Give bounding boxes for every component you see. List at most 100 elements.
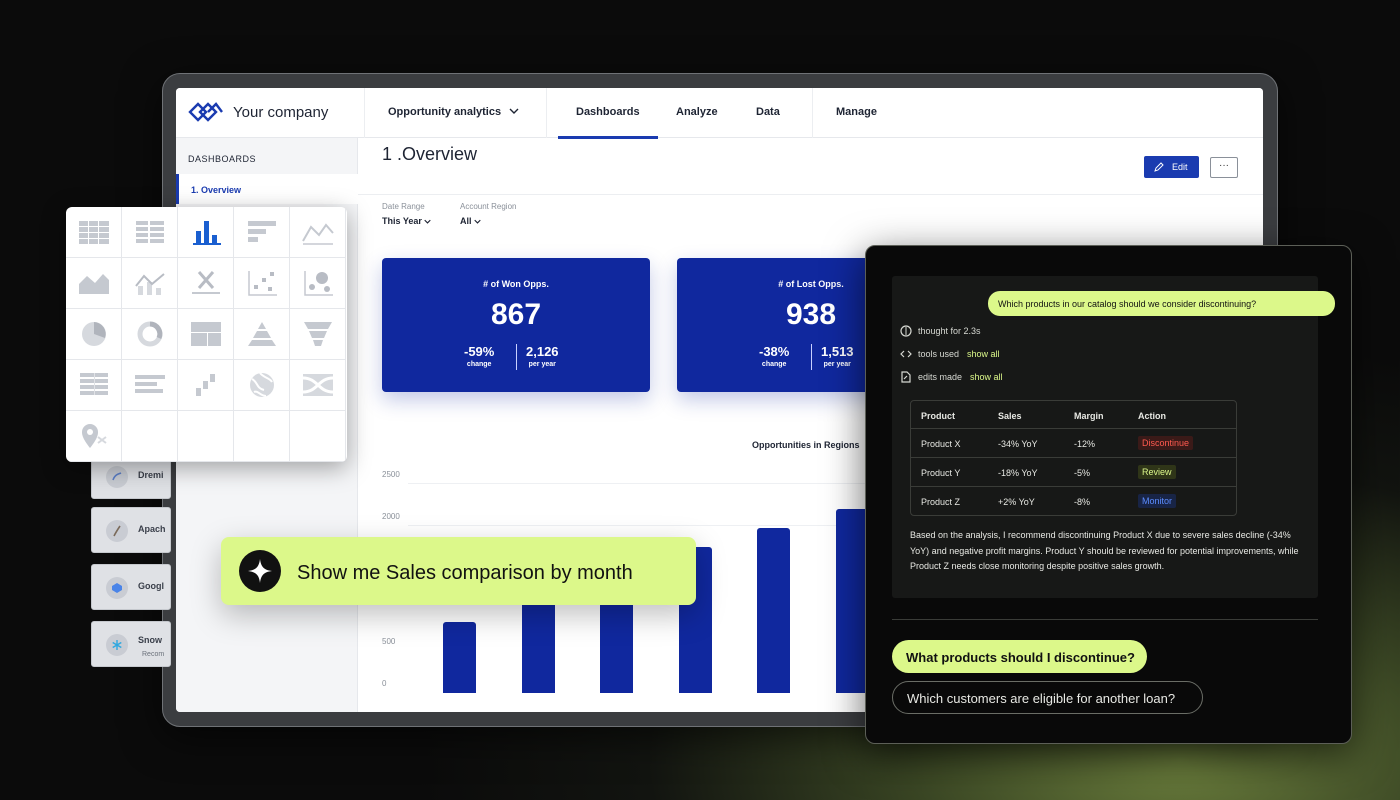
- app-selector[interactable]: Opportunity analytics: [388, 106, 519, 118]
- page-title: 1 .Overview: [382, 144, 478, 164]
- nav-divider: [546, 88, 547, 138]
- app-selector-label: Opportunity analytics: [388, 106, 502, 118]
- product-cell: Product Z: [921, 497, 961, 507]
- data-source-subtitle: Recom: [142, 651, 165, 658]
- filter-date-range[interactable]: Date Range This Year: [382, 202, 432, 226]
- margin-cell: -8%: [1074, 497, 1091, 507]
- pivot-table-icon[interactable]: [122, 207, 178, 258]
- chevron-down-icon: [474, 219, 481, 224]
- company-logo-icon: [188, 102, 223, 122]
- recommendation-table: Product Sales Margin Action Product X -3…: [910, 400, 1237, 516]
- more-options-button[interactable]: ···: [1210, 157, 1238, 178]
- globe-icon[interactable]: [234, 360, 290, 411]
- kpi-divider: [811, 344, 812, 370]
- bar-chart-icon[interactable]: [178, 207, 234, 258]
- column-header: Action: [1138, 411, 1166, 421]
- divider: [358, 194, 1263, 195]
- top-navigation: Your company Opportunity analytics Dashb…: [176, 88, 1263, 139]
- data-source-apache[interactable]: Apach: [91, 507, 171, 553]
- sales-cell: -18% YoY: [998, 468, 1038, 478]
- area-chart-icon[interactable]: [66, 258, 122, 309]
- chart-title: Opportunities in Regions: [752, 440, 860, 450]
- y-tick-label: 500: [382, 637, 396, 646]
- margin-cell: -5%: [1074, 468, 1091, 478]
- action-badge: Monitor: [1138, 494, 1177, 508]
- treemap-icon[interactable]: [178, 309, 234, 360]
- snowflake-icon: [106, 634, 128, 656]
- y-tick-label: 2000: [382, 512, 400, 521]
- sidebar-item-overview[interactable]: 1. Overview: [176, 174, 358, 204]
- prompt-text: Show me Sales comparison by month: [297, 562, 633, 584]
- chevron-down-icon: [424, 219, 432, 224]
- bullet-list-icon[interactable]: [122, 360, 178, 411]
- dremio-icon: [106, 466, 128, 488]
- divider: [892, 619, 1318, 620]
- sidebar-heading: DASHBOARDS: [188, 154, 257, 164]
- filter-value: All: [460, 216, 516, 226]
- chart-type-palette: [66, 207, 347, 462]
- chart-bar[interactable]: [757, 527, 790, 693]
- kpi-change: -59% change: [464, 344, 495, 368]
- suggestion-chip-discontinue[interactable]: What products should I discontinue?: [892, 640, 1147, 673]
- filter-value: This Year: [382, 216, 432, 226]
- chart-bar[interactable]: [521, 589, 555, 693]
- brain-icon: [900, 325, 912, 337]
- sparkle-icon: [239, 550, 281, 592]
- sales-cell: +2% YoY: [998, 497, 1035, 507]
- empty-cell: [178, 411, 234, 462]
- edit-button[interactable]: Edit: [1144, 156, 1199, 178]
- bubble-icon[interactable]: [290, 258, 346, 309]
- empty-cell: [122, 411, 178, 462]
- user-question-bubble: Which products in our catalog should we …: [988, 291, 1335, 316]
- suggestion-chip-loan[interactable]: Which customers are eligible for another…: [892, 681, 1203, 714]
- data-source-google[interactable]: Googl: [91, 564, 171, 610]
- donut-chart-icon[interactable]: [122, 309, 178, 360]
- chart-bar[interactable]: [443, 622, 476, 693]
- table-icon[interactable]: [66, 207, 122, 258]
- tab-analyze[interactable]: Analyze: [676, 106, 718, 118]
- kpi-title: # of Won Opps.: [483, 279, 549, 289]
- empty-cell: [234, 411, 290, 462]
- pencil-icon: [1154, 162, 1164, 172]
- line-chart-icon[interactable]: [290, 207, 346, 258]
- filter-account-region[interactable]: Account Region All: [460, 202, 516, 226]
- x-axis-icon[interactable]: [178, 258, 234, 309]
- data-source-name: Snow: [138, 635, 162, 645]
- show-all-link[interactable]: show all: [967, 349, 1000, 359]
- list-table-icon[interactable]: [66, 360, 122, 411]
- show-all-link[interactable]: show all: [970, 372, 1003, 382]
- pyramid-icon[interactable]: [234, 309, 290, 360]
- table-row: Product Z +2% YoY -8% Monitor: [911, 487, 1236, 516]
- table-row: Product Y -18% YoY -5% Review: [911, 458, 1236, 487]
- pie-chart-icon[interactable]: [66, 309, 122, 360]
- action-badge: Review: [1138, 465, 1176, 479]
- tools-used-meta: tools used show all: [900, 348, 1000, 360]
- action-badge: Discontinue: [1138, 436, 1194, 450]
- waterfall-icon[interactable]: [178, 360, 234, 411]
- chart-bar[interactable]: [835, 508, 869, 693]
- margin-cell: -12%: [1074, 439, 1096, 449]
- map-pin-icon[interactable]: [66, 411, 122, 462]
- ai-prompt-bubble[interactable]: Show me Sales comparison by month: [221, 537, 696, 605]
- kpi-card-won-opps[interactable]: # of Won Opps. 867 -59% change 2,126 per y…: [382, 258, 650, 392]
- funnel-icon[interactable]: [290, 309, 346, 360]
- data-source-name: Apach: [138, 524, 166, 534]
- product-cell: Product X: [921, 439, 961, 449]
- file-edit-icon: [901, 371, 911, 383]
- google-cloud-icon: [106, 577, 128, 599]
- column-header: Margin: [1074, 411, 1104, 421]
- tab-data[interactable]: Data: [756, 106, 780, 118]
- tab-manage[interactable]: Manage: [836, 106, 877, 118]
- sales-cell: -34% YoY: [998, 439, 1038, 449]
- tab-dashboards[interactable]: Dashboards: [558, 106, 658, 139]
- combo-chart-icon[interactable]: [122, 258, 178, 309]
- column-header: Product: [921, 411, 956, 421]
- data-source-name: Dremi: [138, 470, 164, 480]
- data-source-snowflake[interactable]: Snow Recom: [91, 621, 171, 667]
- sankey-icon[interactable]: [290, 360, 346, 411]
- table-row: Product X -34% YoY -12% Discontinue: [911, 429, 1236, 458]
- scatter-icon[interactable]: [234, 258, 290, 309]
- kpi-divider: [516, 344, 517, 370]
- chevron-down-icon: [509, 108, 519, 114]
- horizontal-bar-icon[interactable]: [234, 207, 290, 258]
